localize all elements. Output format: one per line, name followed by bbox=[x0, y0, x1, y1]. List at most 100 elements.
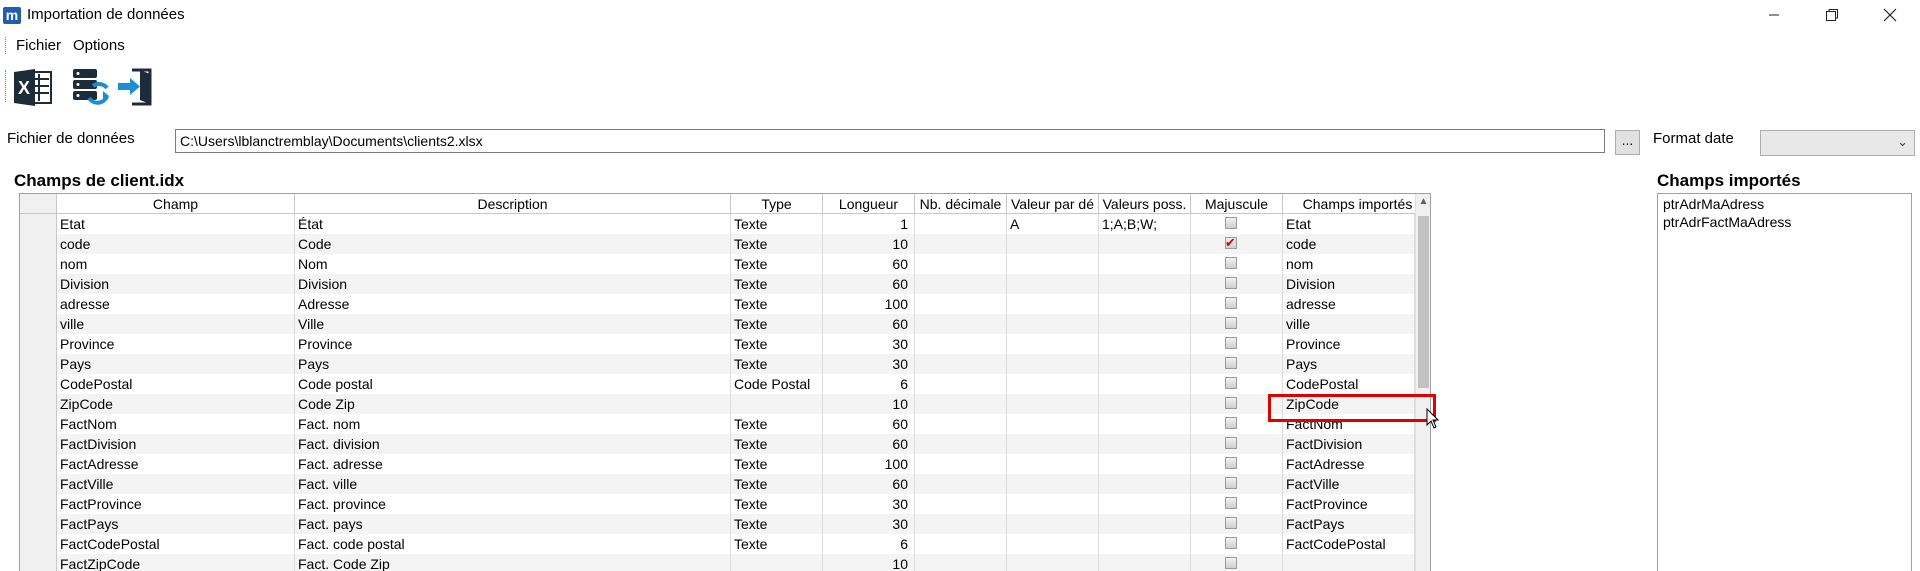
cell-decimale[interactable] bbox=[915, 374, 1007, 394]
majuscule-checkbox[interactable] bbox=[1225, 377, 1237, 389]
cell-type[interactable]: Texte bbox=[731, 234, 823, 254]
cell-defaut[interactable] bbox=[1007, 334, 1099, 354]
cell-description[interactable]: Fact. code postal bbox=[295, 534, 731, 554]
browse-button[interactable]: ... bbox=[1615, 130, 1640, 155]
cell-description[interactable]: Fact. division bbox=[295, 434, 731, 454]
cell-description[interactable]: Fact. pays bbox=[295, 514, 731, 534]
cell-decimale[interactable] bbox=[915, 294, 1007, 314]
cell-champ[interactable]: Province bbox=[57, 334, 295, 354]
cell-possibles[interactable] bbox=[1099, 474, 1191, 494]
minimize-button[interactable] bbox=[1745, 0, 1803, 30]
cell-majuscule[interactable] bbox=[1191, 454, 1283, 474]
row-selector[interactable] bbox=[20, 214, 57, 234]
cell-champ[interactable]: FactDivision bbox=[57, 434, 295, 454]
cell-champ[interactable]: nom bbox=[57, 254, 295, 274]
row-selector[interactable] bbox=[20, 374, 57, 394]
cell-description[interactable]: Code bbox=[295, 234, 731, 254]
cell-defaut[interactable] bbox=[1007, 234, 1099, 254]
cell-defaut[interactable] bbox=[1007, 514, 1099, 534]
row-selector[interactable] bbox=[20, 274, 57, 294]
cell-importe[interactable]: Division bbox=[1283, 274, 1415, 294]
cell-type[interactable]: Texte bbox=[731, 514, 823, 534]
cell-majuscule[interactable] bbox=[1191, 494, 1283, 514]
cell-defaut[interactable] bbox=[1007, 294, 1099, 314]
cell-champ[interactable]: FactZipCode bbox=[57, 554, 295, 571]
row-selector[interactable] bbox=[20, 254, 57, 274]
cell-majuscule[interactable] bbox=[1191, 514, 1283, 534]
imported-item[interactable]: ptrAdrMaAdress bbox=[1663, 196, 1764, 212]
cell-longueur[interactable]: 60 bbox=[823, 274, 915, 294]
cell-type[interactable]: Texte bbox=[731, 294, 823, 314]
cell-majuscule[interactable] bbox=[1191, 434, 1283, 454]
cell-type[interactable]: Texte bbox=[731, 534, 823, 554]
cell-type[interactable] bbox=[731, 554, 823, 571]
imported-fields-list[interactable]: ptrAdrMaAdress ptrAdrFactMaAdress bbox=[1657, 193, 1912, 571]
cell-defaut[interactable] bbox=[1007, 254, 1099, 274]
cell-importe[interactable]: FactCodePostal bbox=[1283, 534, 1415, 554]
cell-champ[interactable]: FactProvince bbox=[57, 494, 295, 514]
cell-longueur[interactable]: 10 bbox=[823, 234, 915, 254]
majuscule-checkbox[interactable] bbox=[1225, 437, 1237, 449]
cell-decimale[interactable] bbox=[915, 474, 1007, 494]
cell-decimale[interactable] bbox=[915, 414, 1007, 434]
cell-champ[interactable]: adresse bbox=[57, 294, 295, 314]
column-header-importes[interactable]: Champs importés bbox=[1283, 194, 1430, 214]
cell-champ[interactable]: CodePostal bbox=[57, 374, 295, 394]
cell-longueur[interactable]: 10 bbox=[823, 394, 915, 414]
table-row[interactable]: FactAdresse Fact. adresse Texte 100 FactAdre… bbox=[20, 454, 1430, 474]
cell-importe[interactable]: adresse bbox=[1283, 294, 1415, 314]
cell-longueur[interactable]: 60 bbox=[823, 414, 915, 434]
cell-importe[interactable]: Etat bbox=[1283, 214, 1415, 234]
cell-majuscule[interactable] bbox=[1191, 334, 1283, 354]
scrollbar-thumb[interactable] bbox=[1418, 216, 1429, 388]
table-row[interactable]: FactProvince Fact. province Texte 30 FactPro… bbox=[20, 494, 1430, 514]
cell-possibles[interactable] bbox=[1099, 314, 1191, 334]
cell-importe[interactable]: Pays bbox=[1283, 354, 1415, 374]
cell-type[interactable]: Texte bbox=[731, 434, 823, 454]
cell-type[interactable]: Texte bbox=[731, 474, 823, 494]
cell-champ[interactable]: ZipCode bbox=[57, 394, 295, 414]
majuscule-checkbox[interactable] bbox=[1225, 397, 1237, 409]
cell-champ[interactable]: Division bbox=[57, 274, 295, 294]
vertical-scrollbar[interactable]: ▲ bbox=[1415, 194, 1430, 571]
cell-decimale[interactable] bbox=[915, 274, 1007, 294]
majuscule-checkbox[interactable] bbox=[1225, 557, 1237, 569]
cell-decimale[interactable] bbox=[915, 494, 1007, 514]
cell-importe[interactable]: FactDivision bbox=[1283, 434, 1415, 454]
cell-decimale[interactable] bbox=[915, 454, 1007, 474]
cell-champ[interactable]: FactCodePostal bbox=[57, 534, 295, 554]
table-row[interactable]: Division Division Texte 60 Division bbox=[20, 274, 1430, 294]
majuscule-checkbox[interactable] bbox=[1225, 277, 1237, 289]
cell-description[interactable]: Code postal bbox=[295, 374, 731, 394]
cell-champ[interactable]: FactPays bbox=[57, 514, 295, 534]
cell-longueur[interactable]: 60 bbox=[823, 474, 915, 494]
cell-longueur[interactable]: 30 bbox=[823, 354, 915, 374]
table-row[interactable]: ZipCode Code Zip 10 ZipCode bbox=[20, 394, 1430, 414]
majuscule-checkbox[interactable] bbox=[1225, 257, 1237, 269]
table-row[interactable]: CodePostal Code postal Code Postal 6 CodePos… bbox=[20, 374, 1430, 394]
majuscule-checkbox[interactable] bbox=[1225, 457, 1237, 469]
cell-decimale[interactable] bbox=[915, 214, 1007, 234]
cell-champ[interactable]: FactNom bbox=[57, 414, 295, 434]
database-sync-button[interactable] bbox=[69, 66, 113, 108]
cell-description[interactable]: Fact. province bbox=[295, 494, 731, 514]
cell-possibles[interactable] bbox=[1099, 414, 1191, 434]
table-row[interactable]: FactPays Fact. pays Texte 30 FactPays bbox=[20, 514, 1430, 534]
cell-majuscule[interactable] bbox=[1191, 234, 1283, 254]
cell-decimale[interactable] bbox=[915, 334, 1007, 354]
cell-longueur[interactable]: 30 bbox=[823, 494, 915, 514]
cell-type[interactable]: Texte bbox=[731, 314, 823, 334]
table-row[interactable]: FactCodePostal Fact. code postal Texte 6 Fac… bbox=[20, 534, 1430, 554]
cell-champ[interactable]: FactAdresse bbox=[57, 454, 295, 474]
table-row[interactable]: nom Nom Texte 60 nom bbox=[20, 254, 1430, 274]
cell-champ[interactable]: Etat bbox=[57, 214, 295, 234]
cell-description[interactable]: Pays bbox=[295, 354, 731, 374]
cell-type[interactable]: Texte bbox=[731, 494, 823, 514]
cell-champ[interactable]: Pays bbox=[57, 354, 295, 374]
row-selector[interactable] bbox=[20, 514, 57, 534]
menu-fichier[interactable]: Fichier bbox=[16, 37, 61, 54]
majuscule-checkbox[interactable] bbox=[1225, 297, 1237, 309]
excel-button[interactable]: X bbox=[11, 66, 55, 108]
cell-possibles[interactable] bbox=[1099, 534, 1191, 554]
cell-defaut[interactable] bbox=[1007, 554, 1099, 571]
